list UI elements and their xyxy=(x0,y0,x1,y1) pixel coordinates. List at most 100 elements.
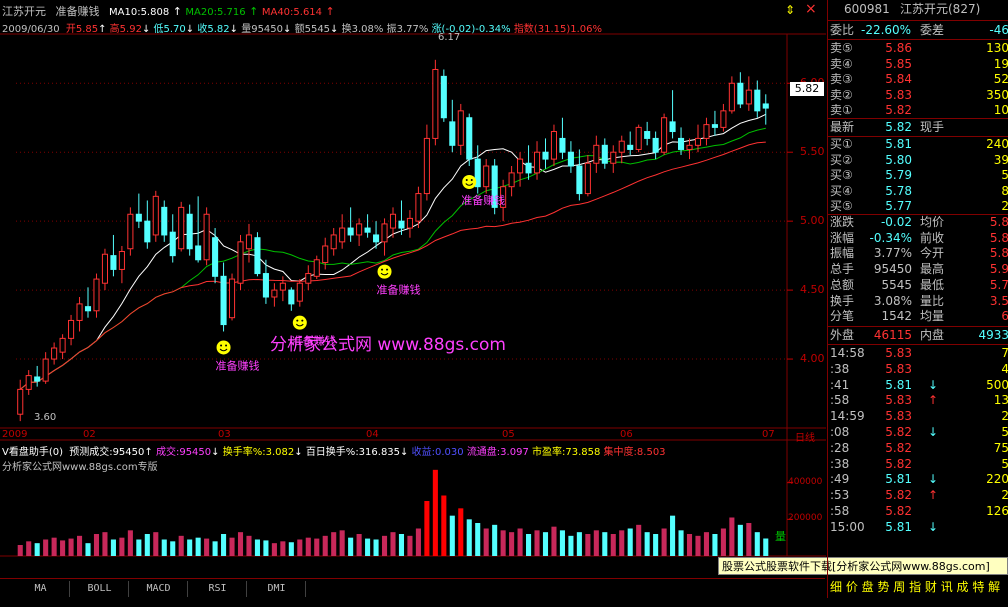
tick-volume: 2 xyxy=(1001,409,1008,424)
quote-row: 买① 5.81 240 xyxy=(828,137,1008,152)
tab-ma[interactable]: MA xyxy=(12,581,70,597)
volume-bar xyxy=(331,532,337,556)
candle-body xyxy=(305,273,312,284)
smiley-icon xyxy=(292,315,307,330)
candle-body xyxy=(559,137,566,153)
sell-price: 5.83 xyxy=(885,87,912,102)
candle-body xyxy=(169,231,176,257)
volume-bar xyxy=(204,538,210,556)
date-label: 2009 xyxy=(2,429,28,440)
quote-row: 换手 3.08% 量比 3.5 xyxy=(828,294,1008,309)
volume-bar xyxy=(187,539,193,556)
tick-time: :38 xyxy=(830,361,850,376)
tab-macd[interactable]: MACD xyxy=(130,581,188,597)
candle-body xyxy=(398,220,405,229)
tab-dmi[interactable]: DMI xyxy=(248,581,306,597)
volume-bar xyxy=(43,539,49,556)
quote-row: 振幅 3.77% 今开 5.8 xyxy=(828,246,1008,261)
quote-row: 14:58 5.83 7 xyxy=(828,346,1008,361)
quote-panel: 600981 江苏开元(827) 委比 -22.60% 委差 -46 卖⑤ 5.8… xyxy=(827,0,1008,598)
volume-tick-label: 200000 xyxy=(788,513,823,524)
volume-bar xyxy=(542,532,549,556)
price-tick-label: 5.50 xyxy=(800,145,825,159)
volume-bar xyxy=(407,535,413,556)
buy-volume: 5 xyxy=(1001,168,1008,182)
now-hand-label: 现手 xyxy=(920,120,945,134)
buy-price: 5.79 xyxy=(885,168,912,182)
buy-volume: 8 xyxy=(1001,183,1008,198)
tick-volume: 5 xyxy=(1001,425,1008,439)
candle-body xyxy=(144,220,151,243)
candle-body xyxy=(68,319,75,339)
candle-body xyxy=(550,131,558,160)
candle-body xyxy=(517,158,524,174)
date-label: 04 xyxy=(366,429,379,440)
volume-bar xyxy=(271,543,277,556)
volume-bar xyxy=(619,530,625,556)
volume-bar xyxy=(136,539,142,556)
candle-body xyxy=(762,103,769,109)
weibi-label: 委比 xyxy=(830,23,855,37)
volume-bar xyxy=(322,535,328,556)
quote-row: 买② 5.80 39 xyxy=(828,153,1008,168)
inner-value: 4933 xyxy=(978,328,1008,342)
tick-price: 5.82 xyxy=(885,504,912,518)
tick-volume: 126 xyxy=(986,504,1008,518)
sell-level-label: 卖③ xyxy=(830,72,853,86)
volume-bar xyxy=(153,532,159,556)
volume-bar xyxy=(627,528,633,556)
price-chart[interactable]: 准备赚钱准备赚钱准备赚钱准备赚钱 xyxy=(0,0,827,578)
candle-body xyxy=(228,278,236,319)
tab-rsi[interactable]: RSI xyxy=(189,581,247,597)
candle-body xyxy=(593,144,600,164)
candle-body xyxy=(271,289,278,298)
volume-bar xyxy=(305,537,311,556)
last-value: 5.82 xyxy=(885,120,912,134)
stat-value: 5545 xyxy=(881,277,912,292)
candle-body xyxy=(220,275,227,326)
quote-row: 卖② 5.83 350 xyxy=(828,88,1008,103)
volume-bar xyxy=(458,508,464,556)
quote-row: :08 5.82 ↓ 5 xyxy=(828,425,1008,440)
last-price-tag: 5.82 xyxy=(790,82,824,96)
candle-body xyxy=(576,165,583,195)
sub-watermark: 分析家公式网www.88gs.com专版 xyxy=(2,462,158,473)
volume-unit-label: 量 xyxy=(775,530,786,543)
tick-price: 5.82 xyxy=(885,425,912,439)
candle-body xyxy=(161,206,168,236)
volume-bar xyxy=(746,523,752,556)
volume-bar xyxy=(229,537,235,556)
candle-body xyxy=(17,388,24,415)
quote-row: 总额 5545 最低 5.7 xyxy=(828,278,1008,293)
tab-boll[interactable]: BOLL xyxy=(71,581,129,597)
outer-label: 外盘 xyxy=(830,328,855,342)
volume-bar xyxy=(492,524,498,556)
volume-bar xyxy=(212,541,218,556)
candle-body xyxy=(356,223,363,236)
candle-body xyxy=(322,245,329,264)
candle-body xyxy=(347,227,354,236)
volume-bar xyxy=(551,526,557,556)
volume-bar xyxy=(441,495,447,556)
candle-body xyxy=(59,337,66,353)
volume-bar xyxy=(102,532,108,556)
volume-bar xyxy=(390,532,396,556)
volume-bar xyxy=(661,528,667,556)
tick-time: :58 xyxy=(830,504,850,518)
price-tick-label: 4.00 xyxy=(800,352,825,366)
candle-body xyxy=(288,289,295,305)
quote-row: :49 5.81 ↓ 220 xyxy=(828,472,1008,487)
volume-bar xyxy=(76,535,83,556)
smiley-eye xyxy=(465,179,468,181)
candle-body xyxy=(406,217,413,229)
high-annotation: 6.17 xyxy=(438,32,461,43)
candle-body xyxy=(533,151,541,174)
volume-bar xyxy=(559,530,565,556)
volume-bar xyxy=(398,534,405,556)
tick-volume: 13 xyxy=(993,393,1008,408)
candle-body xyxy=(381,223,388,243)
low-annotation: 3.60 xyxy=(34,412,57,423)
tick-volume: 5 xyxy=(1001,456,1008,471)
smiley-eye xyxy=(301,319,304,322)
stock-code: 600981 xyxy=(844,2,890,16)
